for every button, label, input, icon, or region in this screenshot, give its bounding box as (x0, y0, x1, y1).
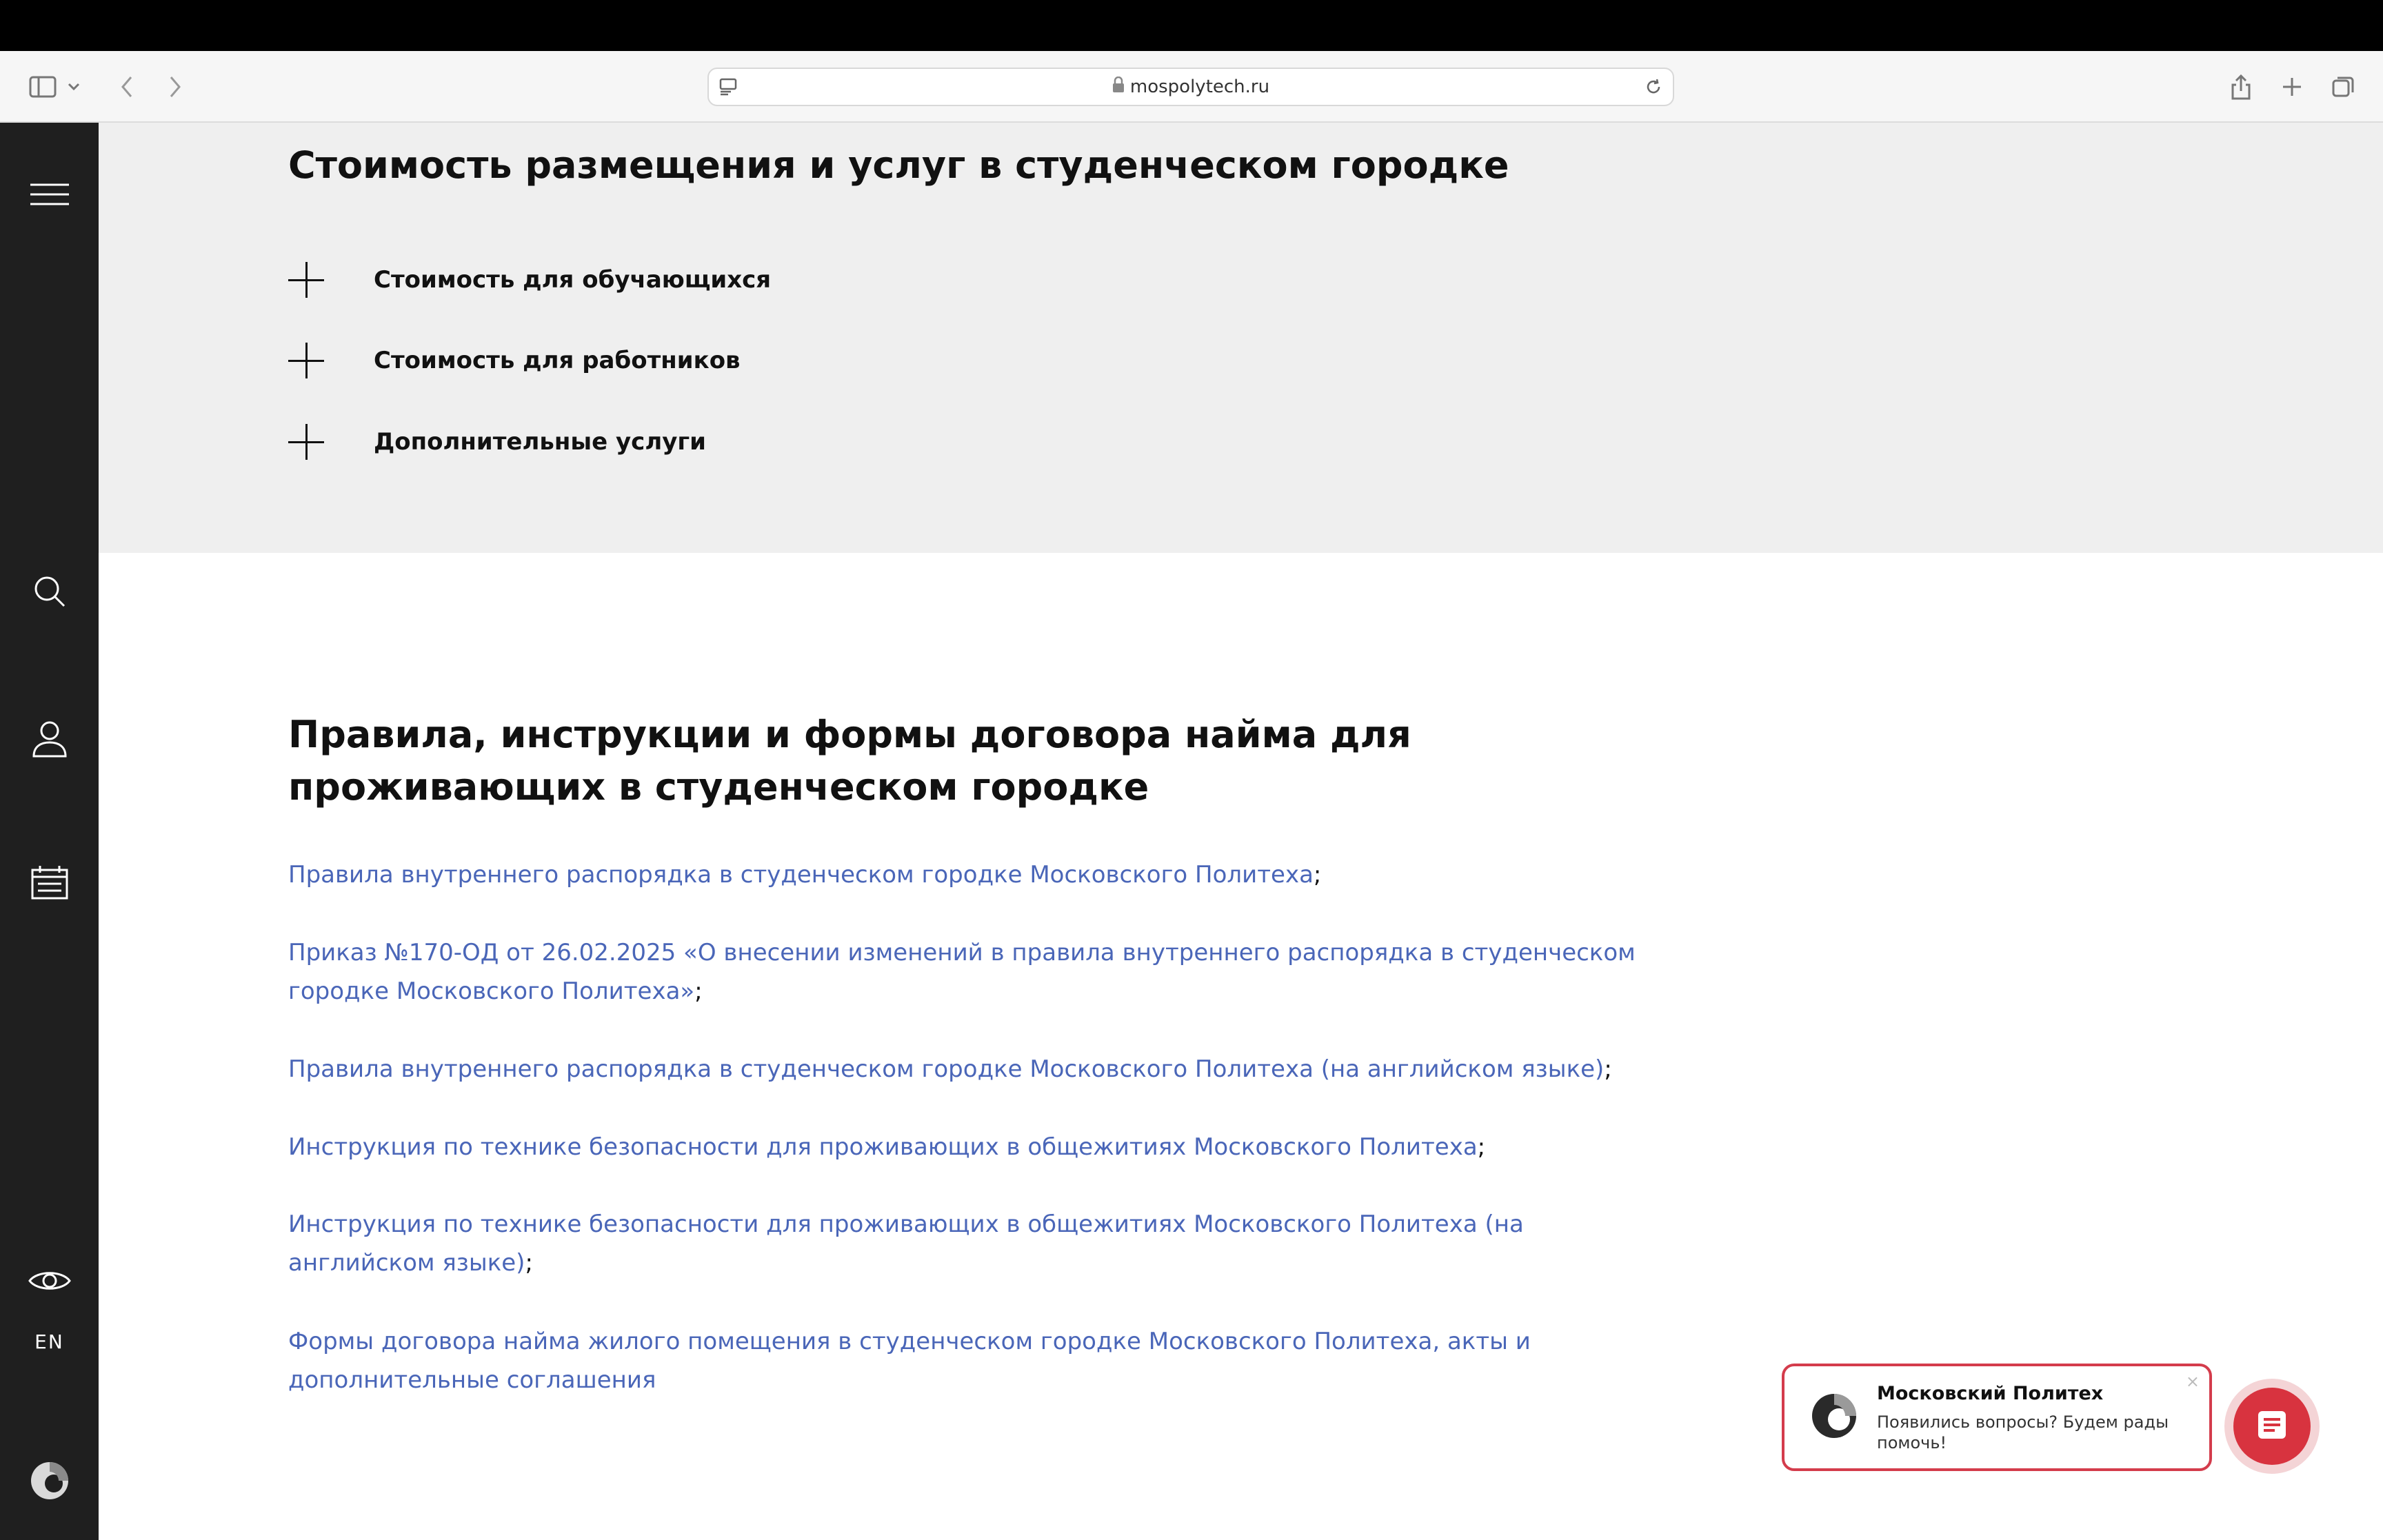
browser-toolbar: mospolytech.ru (0, 51, 2383, 123)
share-icon[interactable] (2223, 69, 2259, 105)
plus-icon (288, 262, 324, 298)
chat-icon (2257, 1410, 2287, 1443)
user-icon[interactable] (25, 714, 74, 764)
chat-title: Московский Политех (1877, 1383, 2104, 1404)
document-link[interactable]: Инструкция по технике безопасности для п… (288, 1210, 1524, 1277)
document-link[interactable]: Формы договора найма жилого помещения в … (288, 1328, 1531, 1394)
plus-icon (288, 424, 324, 460)
list-item: Формы договора найма жилого помещения в … (288, 1322, 1640, 1399)
link-suffix: ; (1604, 1055, 1612, 1083)
calendar-icon[interactable] (25, 858, 74, 907)
list-item: Правила внутреннего распорядка в студенч… (288, 1050, 1667, 1088)
polytech-logo-icon[interactable] (25, 1456, 74, 1506)
link-suffix: ; (525, 1249, 533, 1277)
eye-icon[interactable] (25, 1256, 74, 1306)
left-sidebar: EN (0, 123, 99, 1540)
plus-icon (288, 343, 324, 378)
back-icon[interactable] (109, 69, 145, 105)
document-link[interactable]: Правила внутреннего распорядка в студенч… (288, 861, 1314, 889)
document-link[interactable]: Инструкция по технике безопасности для п… (288, 1133, 1478, 1161)
chat-button[interactable] (2224, 1379, 2320, 1474)
chevron-down-icon[interactable] (62, 69, 86, 105)
list-item: Правила внутреннего распорядка в студенч… (288, 855, 1667, 894)
search-icon[interactable] (25, 567, 74, 616)
link-suffix: ; (1313, 861, 1322, 889)
forward-icon[interactable] (157, 69, 193, 105)
list-item: Приказ №170-ОД от 26.02.2025 «О внесении… (288, 933, 1667, 1011)
list-item: Инструкция по технике безопасности для п… (288, 1205, 1667, 1282)
document-link[interactable]: Приказ №170-ОД от 26.02.2025 «О внесении… (288, 939, 1636, 1005)
close-icon[interactable]: × (2186, 1372, 2200, 1391)
polytech-logo-icon (1809, 1391, 1859, 1441)
menu-icon[interactable] (25, 170, 74, 219)
costs-section (99, 123, 2383, 553)
reload-icon[interactable] (1644, 77, 1663, 99)
accordion-label: Стоимость для обучающихся (374, 266, 772, 294)
address-bar[interactable]: mospolytech.ru (707, 68, 1674, 106)
chat-popup[interactable]: Московский Политех Появились вопросы? Бу… (1782, 1364, 2212, 1471)
list-item: Инструкция по технике безопасности для п… (288, 1128, 1667, 1166)
costs-heading: Стоимость размещения и услуг в студенчес… (288, 143, 1509, 187)
rules-heading: Правила, инструкции и формы договора най… (288, 713, 1411, 809)
sidebar-toggle-icon[interactable] (25, 69, 61, 105)
link-suffix: ; (694, 977, 703, 1005)
accordion-label: Дополнительные услуги (374, 428, 706, 456)
lock-icon (1112, 70, 1125, 105)
new-tab-icon[interactable] (2274, 69, 2310, 105)
accordion-item[interactable]: Дополнительные услуги (288, 421, 706, 463)
accordion-item[interactable]: Стоимость для работников (288, 340, 741, 381)
tabs-overview-icon[interactable] (2325, 69, 2361, 105)
url-text: mospolytech.ru (1129, 77, 1270, 97)
language-switch[interactable]: EN (0, 1330, 99, 1353)
link-suffix: ; (1477, 1133, 1486, 1161)
accordion-label: Стоимость для работников (374, 347, 741, 374)
document-link[interactable]: Правила внутреннего распорядка в студенч… (288, 1055, 1604, 1083)
accordion-item[interactable]: Стоимость для обучающихся (288, 259, 771, 301)
chat-message: Появились вопросы? Будем рады помочь! (1877, 1412, 2169, 1452)
system-top-bar (0, 0, 2383, 51)
